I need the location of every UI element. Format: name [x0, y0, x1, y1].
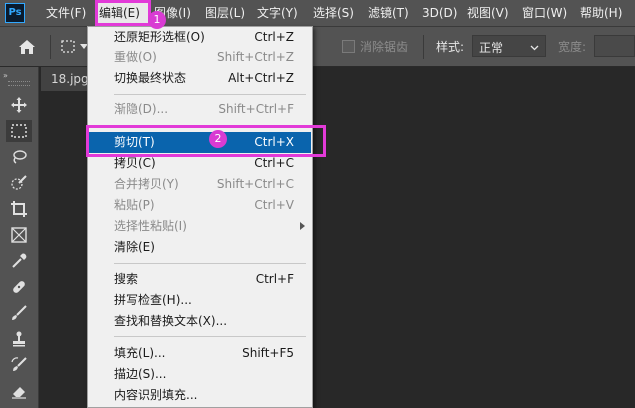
marquee-preset-icon[interactable] [60, 39, 78, 55]
style-label: 样式: [436, 40, 465, 54]
menu-item-label: 选择性粘贴(I) [114, 219, 187, 233]
crop-tool-icon[interactable] [6, 198, 32, 220]
menu-item-clear[interactable]: 清除(E) [89, 237, 311, 258]
style-select-value: 正常 [479, 41, 504, 55]
style-select[interactable]: 正常 [472, 35, 546, 57]
menu-filter[interactable]: 滤镜(T) [368, 0, 409, 26]
lasso-tool-icon[interactable] [6, 146, 32, 168]
menu-item-label: 查找和替换文本(X)... [114, 314, 228, 328]
annotation-box-edit-menu [95, 0, 151, 26]
menu-separator [114, 336, 306, 337]
menu-item-content-aware-fill[interactable]: 内容识别填充... [89, 385, 311, 406]
annotation-badge-1: 1 [148, 11, 166, 29]
menu-item-shortcut: Ctrl+Z [254, 30, 294, 44]
edit-menu-dropdown: 还原矩形选框(O) Ctrl+Z 重做(O) Shift+Ctrl+Z 切换最终… [87, 26, 313, 408]
annotation-box-cut [86, 125, 326, 157]
menu-item-label: 合并拷贝(Y) [114, 177, 179, 191]
menu-window[interactable]: 窗口(W) [522, 0, 567, 26]
menu-item-stroke[interactable]: 描边(S)... [89, 364, 311, 385]
options-divider-2 [423, 35, 424, 59]
menu-item-redo[interactable]: 重做(O) Shift+Ctrl+Z [89, 47, 311, 68]
width-label: 宽度: [558, 40, 587, 54]
menu-item-shortcut: Ctrl+V [254, 198, 294, 212]
antialias-label: 消除锯齿 [360, 40, 409, 54]
menu-item-label: 填充(L)... [114, 346, 166, 360]
antialias-checkbox[interactable] [342, 40, 355, 53]
menu-item-label: 清除(E) [114, 240, 155, 254]
menu-file[interactable]: 文件(F) [46, 0, 86, 26]
menu-item-label: 内容识别填充... [114, 388, 198, 402]
history-brush-tool-icon[interactable] [6, 354, 32, 376]
frame-tool-icon[interactable] [6, 224, 32, 246]
menu-layer[interactable]: 图层(L) [205, 0, 245, 26]
menu-item-fill[interactable]: 填充(L)... Shift+F5 [89, 343, 311, 364]
healing-brush-tool-icon[interactable] [6, 276, 32, 298]
menu-item-undo[interactable]: 还原矩形选框(O) Ctrl+Z [89, 27, 311, 48]
eyedropper-tool-icon[interactable] [6, 250, 32, 272]
menu-item-copy-merged[interactable]: 合并拷贝(Y) Shift+Ctrl+C [89, 174, 311, 195]
menu-item-paste-special[interactable]: 选择性粘贴(I) [89, 216, 311, 237]
submenu-arrow-icon [300, 222, 305, 230]
tools-panel: » [0, 67, 39, 408]
menu-item-toggle-last-state[interactable]: 切换最终状态 Alt+Ctrl+Z [89, 68, 311, 89]
menu-help[interactable]: 帮助(H) [580, 0, 622, 26]
options-divider [50, 35, 51, 59]
menu-item-shortcut: Shift+F5 [242, 346, 294, 360]
photoshop-logo-icon: Ps [5, 3, 25, 23]
width-input[interactable] [594, 35, 635, 57]
menu-separator [114, 94, 306, 95]
menu-item-label: 渐隐(D)... [114, 102, 169, 116]
clone-stamp-tool-icon[interactable] [6, 328, 32, 350]
menu-view[interactable]: 视图(V) [467, 0, 509, 26]
menu-item-label: 搜索 [114, 272, 139, 286]
menu-item-shortcut: Shift+Ctrl+F [218, 102, 294, 116]
menu-item-label: 拼写检查(H)... [114, 293, 192, 307]
menu-item-label: 还原矩形选框(O) [114, 30, 205, 44]
menu-item-search[interactable]: 搜索 Ctrl+F [89, 269, 311, 290]
home-icon[interactable] [16, 38, 38, 56]
menu-item-fade[interactable]: 渐隐(D)... Shift+Ctrl+F [89, 99, 311, 120]
menu-item-find-replace-text[interactable]: 查找和替换文本(X)... [89, 311, 311, 332]
brush-tool-icon[interactable] [6, 302, 32, 324]
quick-select-tool-icon[interactable] [6, 172, 32, 194]
chevron-down-icon [530, 41, 539, 55]
menu-3d[interactable]: 3D(D) [422, 0, 457, 26]
menu-item-shortcut: Shift+Ctrl+C [216, 177, 294, 191]
menu-item-label: 切换最终状态 [114, 71, 187, 85]
panel-grip[interactable] [8, 81, 30, 86]
panel-collapse-icon[interactable]: » [3, 71, 8, 80]
eraser-tool-icon[interactable] [6, 380, 32, 402]
menu-select[interactable]: 选择(S) [313, 0, 354, 26]
menu-item-paste[interactable]: 粘贴(P) Ctrl+V [89, 195, 311, 216]
menu-item-label: 粘贴(P) [114, 198, 155, 212]
menu-item-label: 重做(O) [114, 50, 157, 64]
move-tool-icon[interactable] [6, 94, 32, 116]
menu-item-shortcut: Shift+Ctrl+Z [217, 50, 294, 64]
menu-item-shortcut: Alt+Ctrl+Z [228, 71, 294, 85]
menu-item-shortcut: Ctrl+F [255, 272, 294, 286]
menu-item-check-spelling[interactable]: 拼写检查(H)... [89, 290, 311, 311]
menu-item-label: 描边(S)... [114, 367, 167, 381]
annotation-badge-2: 2 [209, 130, 227, 148]
menu-separator [114, 263, 306, 264]
marquee-tool-icon[interactable] [6, 120, 32, 142]
menu-type[interactable]: 文字(Y) [257, 0, 298, 26]
